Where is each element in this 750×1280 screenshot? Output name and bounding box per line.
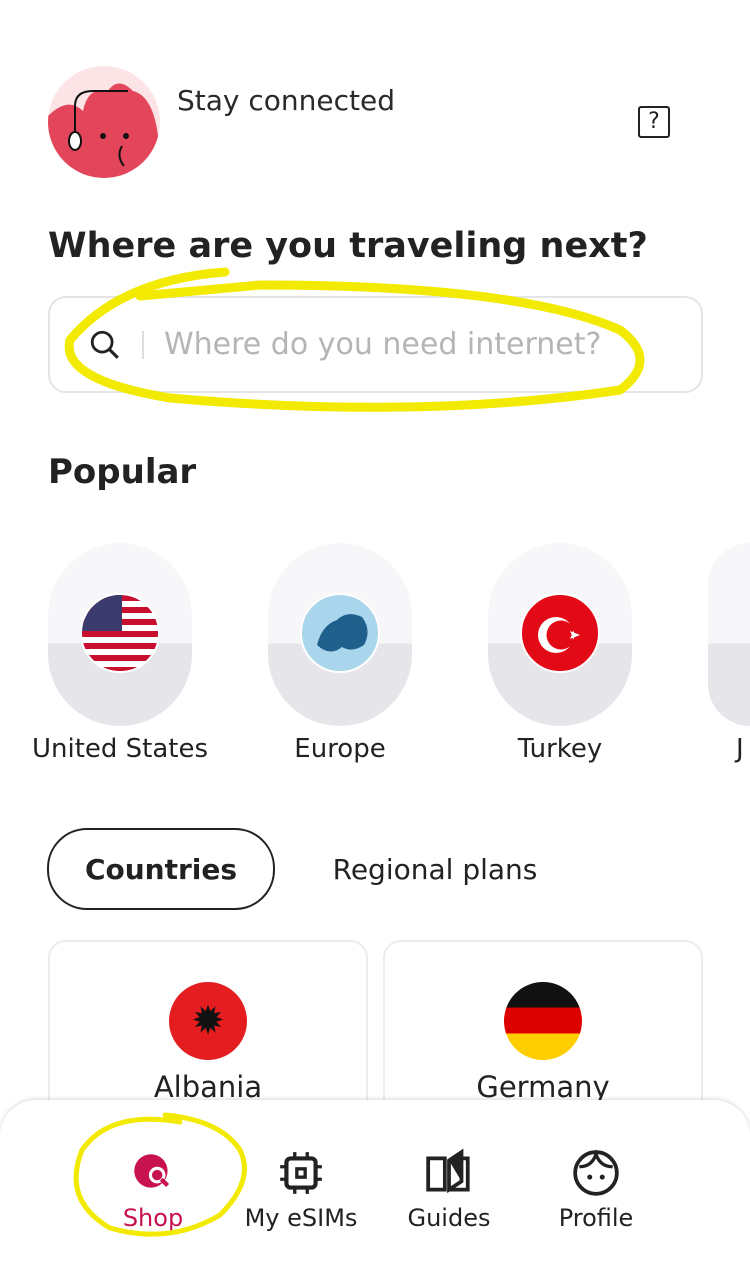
popular-item-turkey[interactable] bbox=[488, 543, 632, 726]
nav-shop[interactable]: Shop bbox=[83, 1148, 223, 1232]
germany-flag-icon bbox=[502, 980, 584, 1062]
tab-regional-plans[interactable]: Regional plans bbox=[310, 828, 560, 910]
globe-search-icon bbox=[134, 1154, 170, 1188]
search-input[interactable] bbox=[164, 327, 634, 362]
book-icon bbox=[426, 1148, 470, 1194]
popular-label: J bbox=[736, 734, 744, 764]
nav-profile[interactable]: Profile bbox=[526, 1148, 666, 1232]
nav-label: Shop bbox=[122, 1204, 184, 1232]
country-name: Germany bbox=[476, 1070, 610, 1104]
divider bbox=[142, 330, 144, 359]
face-icon bbox=[573, 1148, 619, 1196]
search-field[interactable] bbox=[48, 296, 703, 393]
europe-map-icon bbox=[300, 593, 380, 673]
popular-item-partial[interactable] bbox=[708, 543, 750, 726]
nav-label: Guides bbox=[407, 1204, 491, 1232]
nav-my-esims[interactable]: My eSIMs bbox=[231, 1148, 371, 1232]
greeting-text: Stay connected bbox=[177, 84, 395, 117]
tab-countries[interactable]: Countries bbox=[47, 828, 275, 910]
turkey-flag-icon bbox=[520, 593, 600, 673]
country-name: Albania bbox=[153, 1070, 263, 1104]
popular-label: Turkey bbox=[517, 734, 603, 764]
nav-label: My eSIMs bbox=[244, 1204, 358, 1232]
nav-guides[interactable]: Guides bbox=[379, 1148, 519, 1232]
us-flag-icon bbox=[80, 593, 160, 673]
page-title: Where are you traveling next? bbox=[48, 226, 648, 266]
chip-icon bbox=[280, 1152, 322, 1194]
avatar[interactable] bbox=[48, 66, 160, 178]
popular-item-united-states[interactable] bbox=[48, 543, 192, 726]
bottom-nav: Shop My eSIMs Guides Profile bbox=[0, 1100, 750, 1280]
question-mark-icon[interactable]: ? bbox=[638, 106, 670, 138]
popular-label: United States bbox=[31, 734, 209, 764]
nav-label: Profile bbox=[558, 1204, 634, 1232]
popular-label: Europe bbox=[294, 734, 386, 764]
avatar-illustration bbox=[48, 83, 158, 178]
popular-heading: Popular bbox=[48, 452, 197, 492]
popular-item-europe[interactable] bbox=[268, 543, 412, 726]
search-icon bbox=[90, 330, 119, 359]
albania-flag-icon: ✹ bbox=[167, 980, 249, 1062]
